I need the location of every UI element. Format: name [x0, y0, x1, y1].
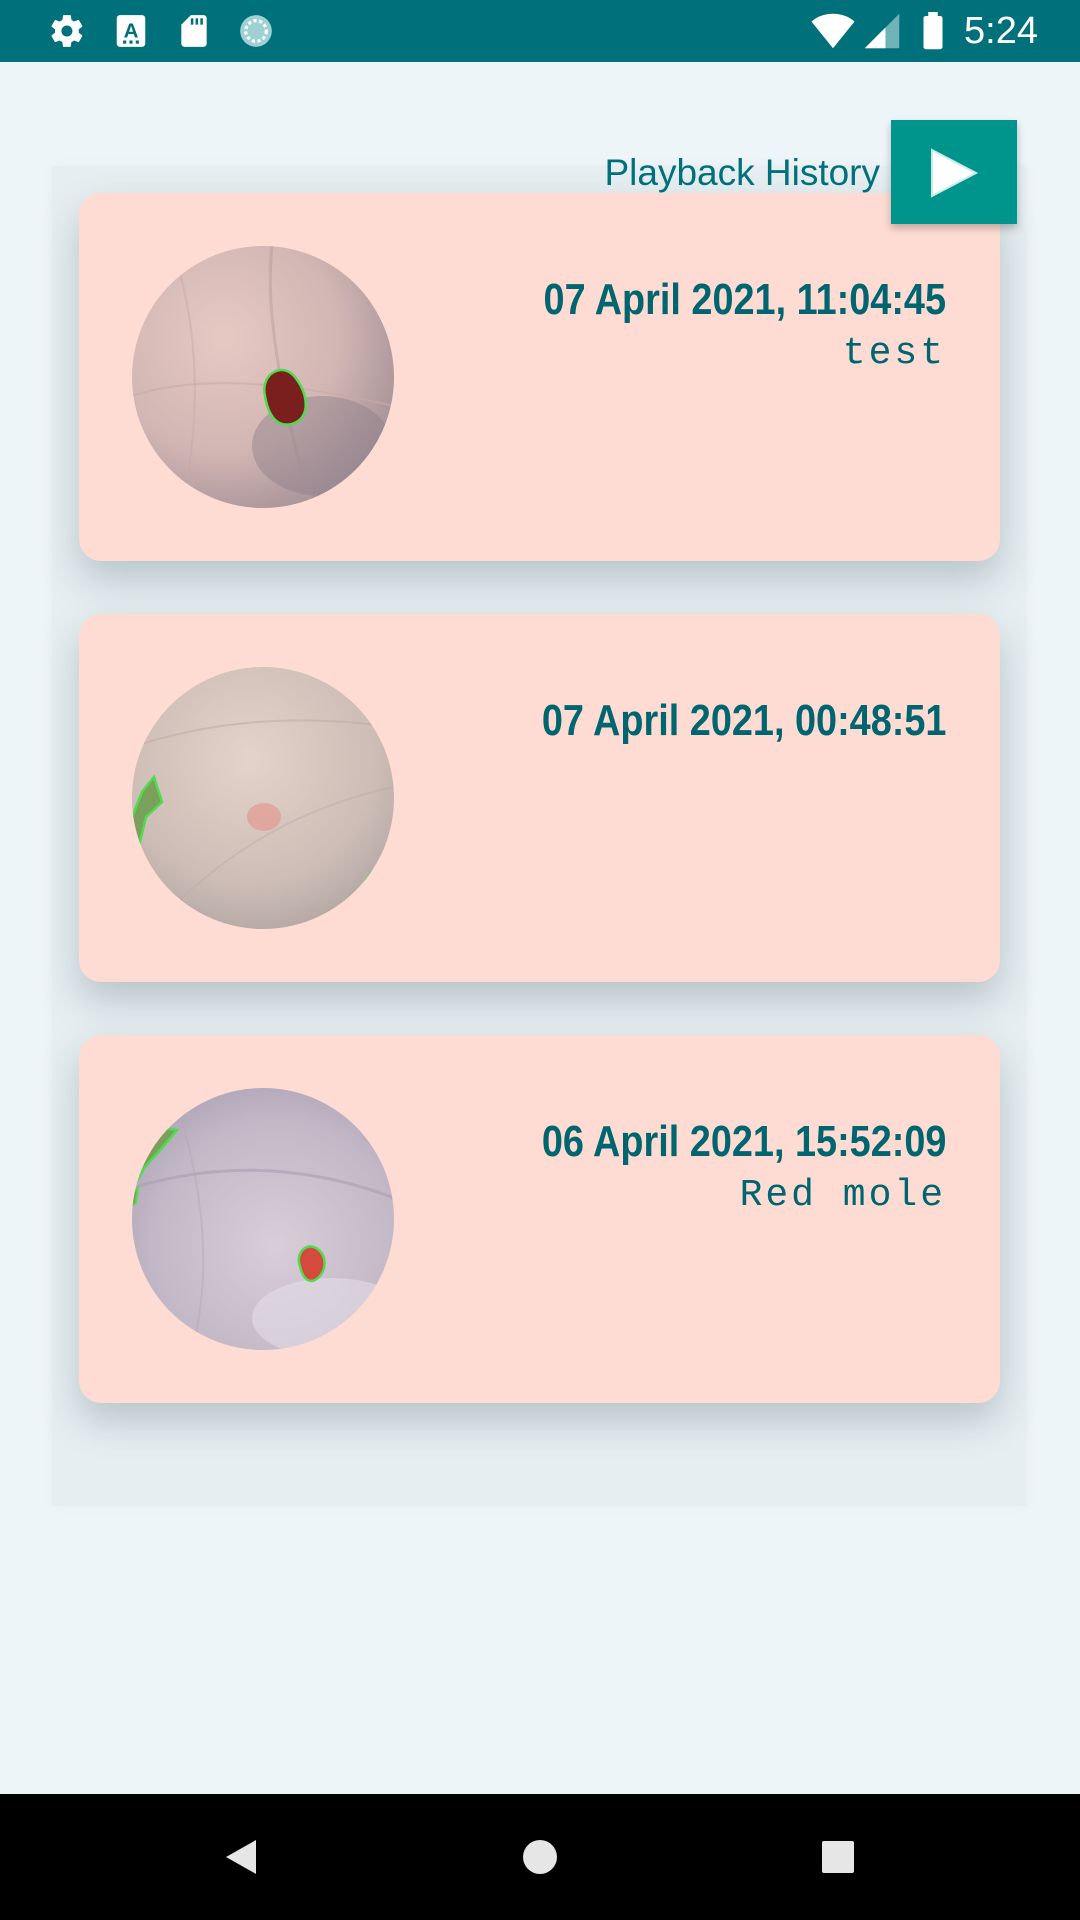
lesion-thumbnail	[132, 246, 394, 508]
wifi-icon	[810, 12, 856, 50]
status-time: 5:24	[964, 10, 1038, 52]
play-button[interactable]	[891, 120, 1017, 224]
record-date: 07 April 2021, 11:04:45	[543, 275, 946, 324]
record-note: test	[842, 332, 946, 375]
svg-text:A: A	[124, 19, 139, 42]
record-date: 06 April 2021, 15:52:09	[541, 1117, 946, 1166]
play-icon	[931, 148, 979, 198]
recents-icon[interactable]	[805, 1824, 871, 1890]
sd-card-icon	[175, 12, 213, 50]
keyboard-a-icon: A	[112, 12, 150, 50]
history-card[interactable]: 07 April 2021, 00:48:51	[79, 614, 1000, 982]
back-icon[interactable]	[209, 1824, 275, 1890]
history-card[interactable]: 06 April 2021, 15:52:09 Red mole	[79, 1035, 1000, 1403]
navigation-bar	[0, 1794, 1080, 1920]
playback-history-label: Playback History	[604, 152, 880, 193]
record-date: 07 April 2021, 00:48:51	[541, 696, 946, 745]
status-bar: A 5:24	[0, 0, 1080, 62]
history-card[interactable]: 07 April 2021, 11:04:45 test	[79, 193, 1000, 561]
sync-circle-icon	[237, 12, 275, 50]
gear-icon	[48, 12, 86, 50]
signal-icon	[862, 12, 902, 50]
lesion-thumbnail	[132, 667, 394, 929]
home-icon[interactable]	[507, 1824, 573, 1890]
battery-icon	[918, 12, 948, 50]
record-note: Red mole	[739, 1174, 946, 1217]
lesion-thumbnail	[132, 1088, 394, 1350]
